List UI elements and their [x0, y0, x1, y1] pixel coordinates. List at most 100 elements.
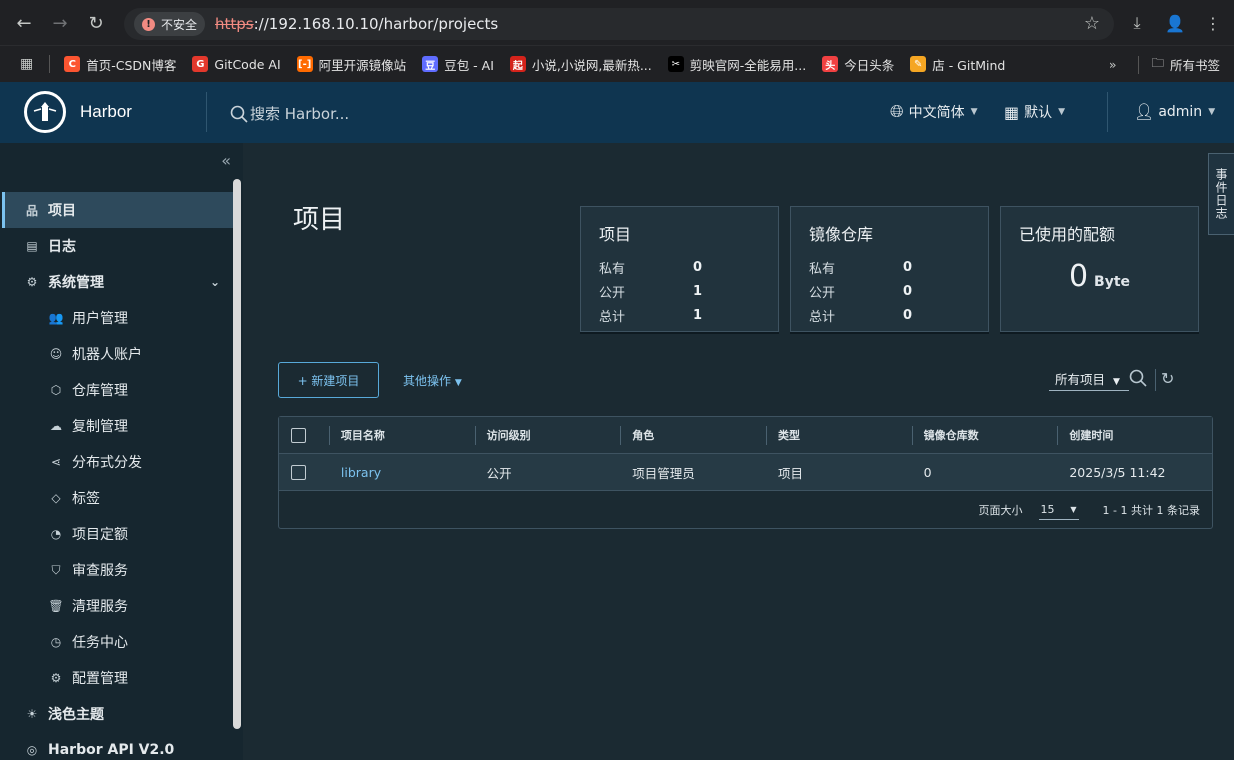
table-row[interactable]: library 公开 项目管理员 项目 0 2025/3/5 11:42	[279, 454, 1212, 491]
sidebar-item[interactable]: ☺ 机器人账户	[2, 336, 234, 372]
apps-grid-icon[interactable]: ▦	[20, 56, 33, 72]
sidebar-item[interactable]: ⛉ 审查服务	[2, 552, 234, 588]
bookmark-star-icon[interactable]: ☆	[1084, 13, 1100, 34]
profile-icon[interactable]: 👤	[1162, 9, 1188, 37]
distribution-icon: ⋖	[50, 455, 62, 469]
back-icon[interactable]: ←	[10, 9, 38, 37]
bookmark-item[interactable]: C 首页-CSDN博客	[64, 55, 176, 74]
reload-icon[interactable]: ↻	[82, 9, 110, 37]
bookmark-item[interactable]: 头今日头条	[822, 55, 894, 74]
project-name-link[interactable]: library	[329, 454, 475, 491]
bookmark-item[interactable]: 豆豆包 - AI	[422, 55, 494, 74]
row-value: 0	[903, 283, 913, 299]
sidebar-item[interactable]: ☀ 浅色主题	[2, 696, 234, 732]
bookmark-favicon-icon: C	[64, 56, 81, 72]
bookmark-label: 剪映官网-全能易用...	[689, 57, 807, 73]
search-icon[interactable]	[1129, 369, 1147, 391]
column-header[interactable]: 访问级别	[474, 417, 621, 454]
sidebar-item[interactable]: ◷ 任务中心	[2, 624, 234, 660]
quota-unit: Byte	[1094, 274, 1131, 290]
app-header: Harbor 搜索 Harbor... 🌐︎ 中文简体 ▼ ▦ 默认 ▼ 👤︎ …	[0, 82, 1234, 143]
datetime-format-label: 默认	[1024, 105, 1053, 121]
bookmark-item[interactable]: G GitCode AI	[192, 55, 281, 74]
sidebar-item[interactable]: ⬡ 仓库管理	[2, 372, 234, 408]
sidebar-item[interactable]: 品项目	[2, 192, 234, 228]
language-selector[interactable]: 🌐︎ 中文简体 ▼	[890, 102, 978, 122]
table-cell: 0	[923, 464, 932, 480]
column-header[interactable]: 项目名称	[328, 417, 475, 454]
insecure-badge[interactable]: ! 不安全	[134, 12, 206, 36]
calendar-icon: ▦	[1004, 102, 1020, 122]
bookmark-item[interactable]: 起小说,小说网,最新热...	[509, 55, 652, 74]
page-size-select[interactable]: 15 ▼	[1038, 500, 1079, 520]
url-text[interactable]: https://192.168.10.10/harbor/projects	[215, 15, 498, 33]
registry-icon: ⬡	[50, 383, 62, 397]
chevron-down-icon: ▼	[970, 107, 978, 117]
bookmark-favicon-icon: [-]	[296, 56, 313, 72]
more-bookmarks-icon[interactable]: »	[1109, 57, 1117, 72]
global-search[interactable]: 搜索 Harbor...	[230, 103, 349, 124]
row-checkbox[interactable]	[291, 464, 306, 480]
search-icon	[230, 105, 248, 123]
all-bookmarks-link[interactable]: 所有书签	[1170, 55, 1220, 74]
brand-name[interactable]: Harbor	[80, 102, 132, 122]
chevron-down-icon: ▼	[1113, 377, 1120, 387]
select-all-checkbox[interactable]	[291, 427, 306, 443]
sidebar-item[interactable]: ⚙ 配置管理	[2, 660, 234, 696]
sidebar-item-label: 复制管理	[72, 419, 128, 435]
sidebar-item-label: 分布式分发	[72, 455, 142, 471]
bookmark-item[interactable]: [-] 阿里开源镜像站	[296, 55, 406, 74]
bookmark-favicon-icon: 起	[509, 56, 526, 72]
sidebar-item[interactable]: ◇ 标签	[2, 480, 234, 516]
sidebar-item[interactable]: ⋖ 分布式分发	[2, 444, 234, 480]
row-value: 0	[903, 307, 913, 323]
url-path: ://192.168.10.10/harbor/projects	[253, 15, 499, 33]
column-header[interactable]: 创建时间	[1057, 417, 1212, 454]
folder-icon: 🗀	[1151, 55, 1164, 70]
sidebar-item[interactable]: 🗑 清理服务	[2, 588, 234, 624]
sidebar-item[interactable]: ☁ 复制管理	[2, 408, 234, 444]
bookmark-label: 豆包 - AI	[444, 57, 494, 73]
row-label: 总计	[599, 309, 626, 325]
admin-icon: ⚙	[26, 275, 38, 289]
datetime-format-selector[interactable]: ▦ 默认 ▼	[1004, 102, 1065, 122]
other-actions-dropdown[interactable]: 其他操作 ▼	[403, 372, 462, 389]
sidebar-item[interactable]: 👥 用户管理	[2, 300, 234, 336]
chevron-down-icon[interactable]: ⌄	[210, 275, 220, 289]
new-project-button[interactable]: + 新建项目	[278, 362, 379, 398]
sidebar-item[interactable]: ⚙ 系统管理 ⌄	[2, 264, 234, 300]
projects-icon: 品	[25, 203, 38, 218]
sidebar-item-label: 项目	[48, 203, 76, 219]
sidebar-item[interactable]: ◎ Harbor API V2.0	[2, 732, 234, 760]
forward-icon[interactable]: →	[46, 9, 74, 37]
download-icon[interactable]: ⤓	[1124, 9, 1150, 37]
replication-icon: ☁	[50, 419, 62, 433]
quota-icon: ◔	[50, 527, 62, 541]
sidebar-item-label: 项目定额	[72, 527, 128, 543]
harbor-logo-icon[interactable]	[24, 91, 66, 133]
column-header[interactable]: 镜像仓库数	[911, 417, 1058, 454]
row-label: 私有	[599, 261, 626, 277]
column-header[interactable]: 角色	[620, 417, 766, 454]
row-value: 0	[693, 259, 703, 275]
page-title: 项目	[293, 205, 346, 235]
card-row: 公开 1	[599, 279, 760, 303]
sidebar-item[interactable]: ◔ 项目定额	[2, 516, 234, 552]
user-menu[interactable]: 👤︎ admin ▼	[1134, 102, 1215, 121]
sidebar-scrollbar[interactable]	[233, 179, 241, 729]
card-title: 项目	[599, 225, 632, 244]
column-header[interactable]: 类型	[765, 417, 912, 454]
refresh-icon[interactable]: ↻	[1161, 369, 1174, 388]
bookmark-favicon-icon: ✎	[910, 56, 927, 72]
bookmark-item[interactable]: ✂ 剪映官网-全能易用...	[667, 55, 807, 74]
page-size-label: 页面大小	[978, 503, 1023, 517]
event-log-tab[interactable]: 事件日志	[1208, 153, 1234, 235]
menu-kebab-icon[interactable]: ⋮	[1200, 9, 1226, 37]
url-scheme: https	[215, 15, 254, 33]
bookmark-item[interactable]: ✎ 店 - GitMind	[910, 55, 1005, 74]
project-filter-select[interactable]: 所有项目 ▼	[1049, 369, 1129, 391]
address-bar[interactable]: ! 不安全 https://192.168.10.10/harbor/proje…	[124, 8, 1114, 40]
sidebar-item[interactable]: ▤ 日志	[2, 228, 234, 264]
collapse-sidebar-icon[interactable]: «	[221, 151, 231, 170]
bookmarks-divider	[49, 55, 51, 73]
